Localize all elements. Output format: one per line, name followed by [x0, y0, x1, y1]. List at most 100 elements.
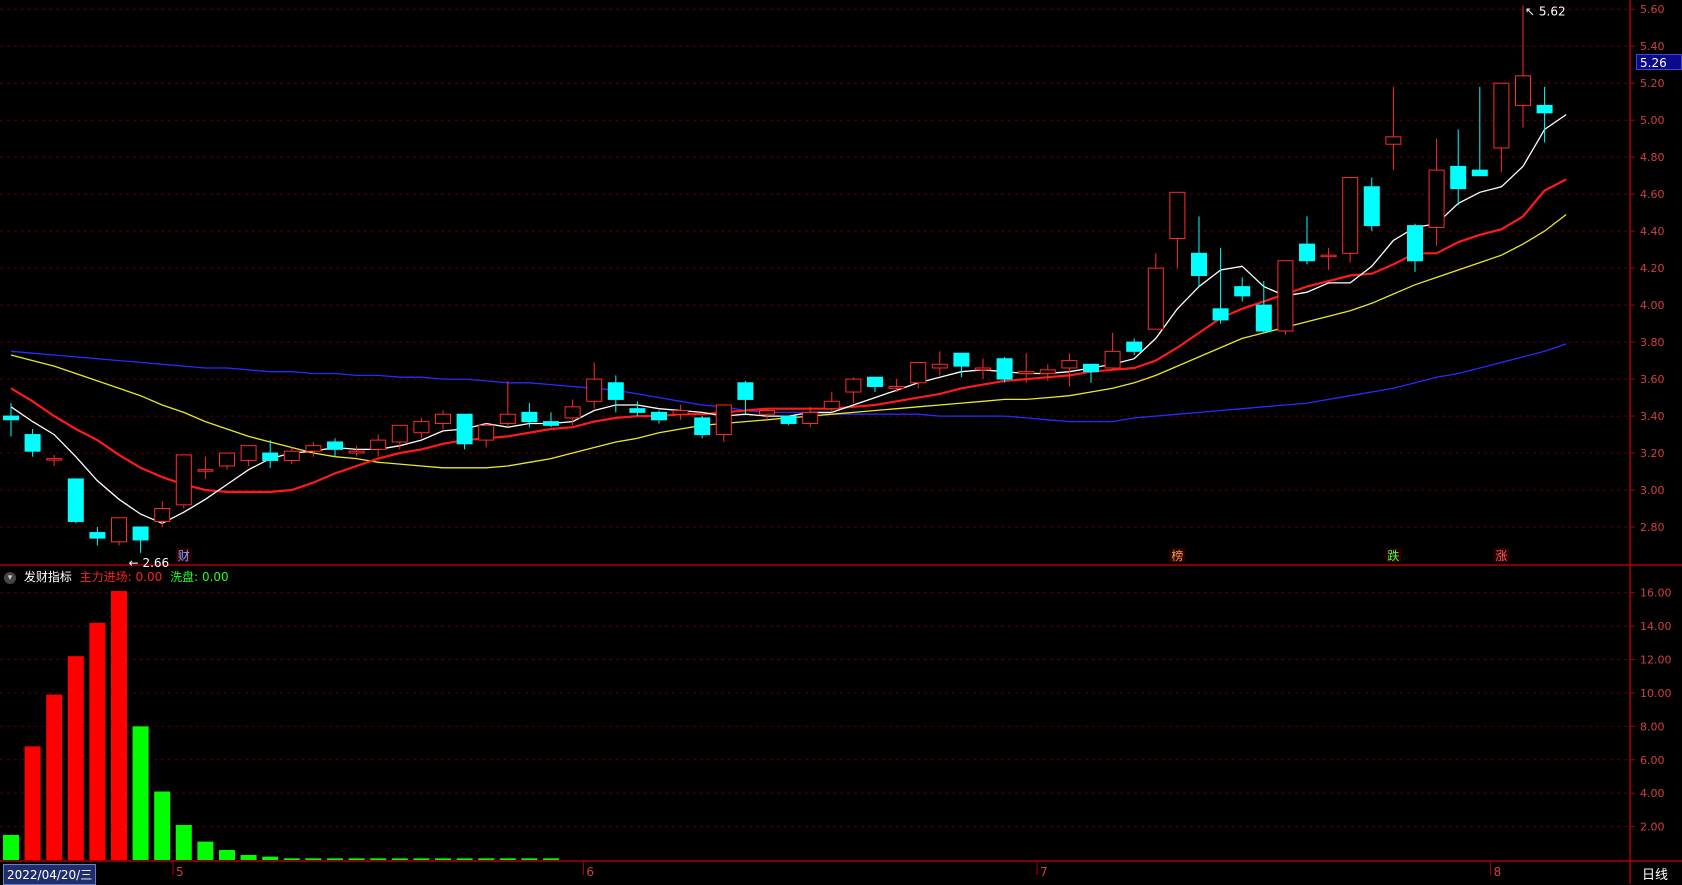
indicator-bar: [219, 849, 235, 860]
indicator-bar: [132, 726, 149, 860]
current-price-tag: 5.26: [1636, 54, 1682, 70]
indicator-name[interactable]: 发财指标: [24, 570, 72, 584]
candle-body-down: [737, 382, 754, 400]
candle-body-up: [845, 378, 862, 393]
indicator-tick-label: 10.00: [1640, 687, 1672, 700]
indicator-bar: [478, 858, 495, 860]
indicator-line2-label: 洗盘:: [170, 570, 199, 584]
candle-body-up: [499, 413, 516, 424]
price-tick-label: 3.00: [1640, 484, 1665, 497]
candle-body-up: [1277, 260, 1294, 332]
high-price-annotation: ↖ 5.62: [1525, 5, 1566, 19]
candle-body-up: [564, 406, 581, 419]
candle-body-down: [1191, 252, 1207, 277]
indicator-bar: [413, 858, 430, 860]
candle-body-down: [1212, 308, 1229, 321]
marker-label: 涨: [1495, 548, 1507, 563]
indicator-bar: [240, 854, 257, 860]
candle-body-up: [802, 411, 819, 424]
ma20-line: [10, 213, 1567, 469]
candle-body-up: [175, 454, 192, 506]
indicator-header: ▾ 发财指标 主力进场: 0.00 洗盘: 0.00: [4, 569, 233, 585]
price-tick-label: 5.20: [1640, 77, 1665, 90]
low-price-annotation: ← 2.66: [129, 556, 170, 570]
candle-body-up: [154, 508, 171, 522]
chart-canvas[interactable]: 5.60 5.40 5.20 5.00 4.80 4.60 4.40 4.20 4.00 3.80…: [0, 0, 1682, 884]
candle-body-up: [823, 400, 840, 410]
candle-body-up: [1039, 369, 1056, 375]
indicator-bar: [3, 834, 19, 860]
candle-body-up: [1169, 191, 1186, 240]
candle-body-up: [391, 424, 408, 443]
candle-body-up: [413, 421, 430, 434]
indicator-tick-label: 8.00: [1640, 720, 1665, 733]
candle-body-up: [219, 452, 235, 467]
indicator-bar: [348, 858, 365, 860]
candle-body-up: [478, 424, 495, 441]
candle-body-down: [1450, 165, 1467, 190]
indicator-bar: [391, 858, 408, 860]
price-tick-label: 5.60: [1640, 3, 1665, 16]
candle-body-down: [24, 434, 41, 452]
indicator-bar: [175, 824, 192, 860]
indicator-bar: [197, 841, 214, 860]
candle-body-up: [910, 361, 927, 384]
candle-body-up: [1320, 254, 1337, 258]
candle-body-up: [1428, 169, 1445, 228]
indicator-bar: [456, 858, 473, 860]
candle-body-down: [953, 352, 970, 367]
candle-body-up: [305, 445, 322, 452]
candle-body-down: [1255, 304, 1272, 332]
indicator-line2-value: 0.00: [201, 570, 229, 584]
candle-body-up: [1018, 371, 1035, 375]
collapse-toggle-icon[interactable]: ▾: [4, 571, 16, 584]
candle-body-down: [1234, 286, 1251, 297]
candle-body-up: [1147, 267, 1164, 330]
candle-body-down: [521, 411, 538, 423]
period-tab[interactable]: 日线: [1642, 864, 1668, 883]
candle-body-up: [888, 385, 905, 389]
candle-body-down: [607, 382, 624, 400]
indicator-bar: [327, 858, 343, 860]
price-tick-label: 4.80: [1640, 151, 1665, 164]
marker-label: 跌: [1387, 548, 1399, 563]
indicator-tick-label: 16.00: [1640, 587, 1672, 600]
candle-body-down: [1299, 243, 1315, 262]
price-tick-label: 3.60: [1640, 373, 1665, 386]
x-axis-label: 7: [1040, 865, 1048, 879]
indicator-bar: [24, 746, 41, 860]
indicator-bar: [521, 858, 538, 860]
candle-body-up: [931, 363, 948, 369]
candle-body-down: [1083, 363, 1099, 373]
candle-body-up: [348, 450, 365, 454]
candle-body-down: [1126, 341, 1143, 352]
candle-body-up: [46, 458, 63, 461]
price-tick-label: 4.00: [1640, 299, 1665, 312]
indicator-bar: [111, 591, 127, 860]
candle-body-down: [1363, 186, 1380, 227]
x-axis-label: 5: [176, 865, 184, 879]
indicator-tick-label: 12.00: [1640, 654, 1672, 667]
indicator-bar: [305, 858, 322, 860]
candle-body-up: [715, 404, 732, 436]
indicator-bar: [283, 858, 300, 860]
candle-body-up: [435, 413, 451, 424]
candle-body-down: [867, 376, 883, 387]
candle-body-down: [3, 415, 19, 421]
ma10-line: [10, 178, 1567, 493]
indicator-tick-label: 6.00: [1640, 754, 1665, 767]
candle-body-up: [111, 517, 127, 543]
indicator-bar: [262, 856, 279, 860]
indicator-bar: [89, 622, 106, 860]
candle-body-up: [370, 439, 387, 450]
marker-label: 榜: [1171, 548, 1183, 563]
candle-body-up: [1493, 82, 1510, 149]
candle-body-up: [283, 450, 300, 461]
candle-body-down: [780, 415, 797, 424]
candle-body-down: [262, 452, 279, 461]
indicator-bar: [154, 791, 171, 860]
indicator-line1-label: 主力进场:: [79, 570, 132, 584]
x-axis-label: 8: [1494, 865, 1502, 879]
candle-body-up: [586, 378, 603, 402]
candle-body-down: [67, 478, 84, 522]
